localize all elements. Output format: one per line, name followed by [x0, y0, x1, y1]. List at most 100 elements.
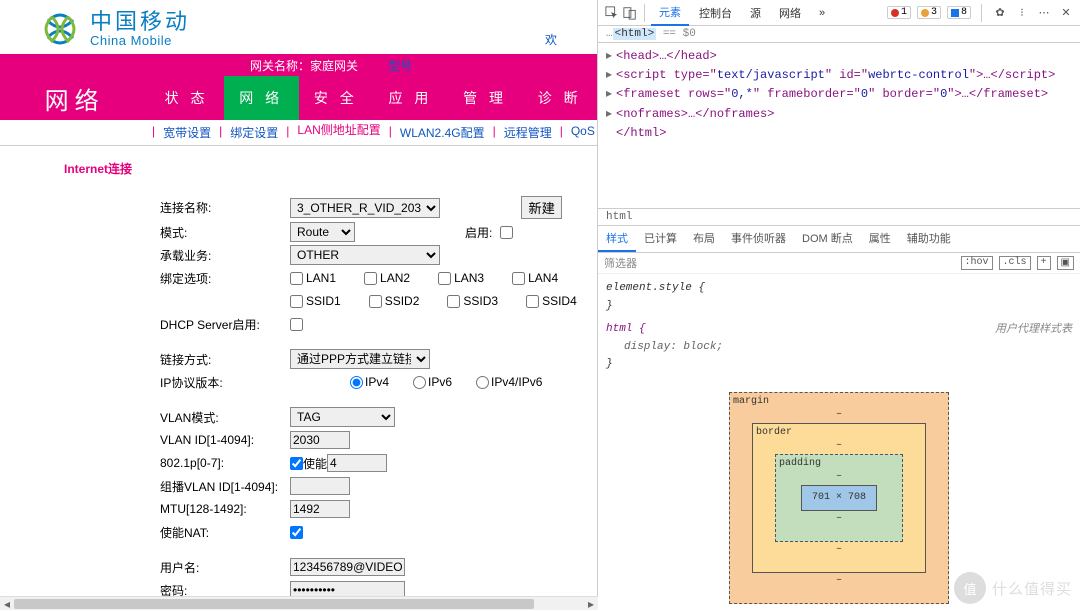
tab-app[interactable]: 应 用	[373, 76, 448, 120]
devtools-tab-elements[interactable]: 元素	[651, 0, 689, 26]
styles-tabbar: 样式 已计算 布局 事件侦听器 DOM 断点 属性 辅助功能	[598, 226, 1080, 253]
ptab-dombp[interactable]: DOM 断点	[794, 226, 861, 252]
model-label: 型号	[388, 57, 412, 74]
mtu-input[interactable]	[290, 500, 350, 518]
link-label: 链接方式:	[160, 351, 290, 368]
devtools-tab-console[interactable]: 控制台	[691, 0, 740, 26]
devtools-toolbar: 元素 控制台 源 网络 » 1 3 8 ✿ ⁝ ⋯ ✕	[598, 0, 1080, 26]
tab-manage[interactable]: 管 理	[448, 76, 523, 120]
ipver-label: IP协议版本:	[160, 374, 290, 391]
devtools-tab-more[interactable]: »	[811, 0, 833, 26]
conn-name-label: 连接名称:	[160, 199, 290, 216]
bind-ssid2[interactable]	[369, 295, 382, 308]
link-select[interactable]: 通过PPP方式建立链接	[290, 349, 430, 369]
inspect-icon[interactable]	[604, 5, 620, 21]
bind-label: 绑定选项:	[160, 270, 290, 287]
ptab-computed[interactable]: 已计算	[636, 226, 685, 252]
sub-remote[interactable]: 远程管理	[498, 124, 558, 141]
ptab-listeners[interactable]: 事件侦听器	[723, 226, 794, 252]
ipv6-radio[interactable]	[413, 376, 426, 389]
watermark-icon: 值	[954, 572, 986, 604]
bind-lan3[interactable]	[438, 272, 451, 285]
devtools-tab-sources[interactable]: 源	[742, 0, 769, 26]
scroll-left-arrow-icon[interactable]: ◂	[0, 597, 14, 610]
css-prop-display[interactable]: display: block;	[606, 339, 1072, 357]
ptab-layout[interactable]: 布局	[685, 226, 723, 252]
tab-security[interactable]: 安 全	[299, 76, 374, 120]
sub-broadband[interactable]: 宽带设置	[157, 124, 217, 141]
cls-toggle[interactable]: .cls	[999, 256, 1031, 270]
device-toggle-icon[interactable]	[622, 5, 638, 21]
panel-toggle-icon[interactable]: ▣	[1057, 256, 1074, 270]
info-badge[interactable]: 8	[947, 6, 971, 19]
mode-select[interactable]: Route	[290, 222, 355, 242]
warn-badge[interactable]: 3	[917, 6, 941, 19]
nat-checkbox[interactable]	[290, 526, 303, 539]
sub-wlan[interactable]: WLAN2.4G配置	[394, 124, 491, 141]
china-mobile-logo-icon	[40, 9, 80, 49]
ipv4-radio[interactable]	[350, 376, 363, 389]
gear-icon[interactable]: ✿	[992, 5, 1008, 21]
selected-node[interactable]: <html>	[613, 28, 657, 40]
bind-ssid4[interactable]	[526, 295, 539, 308]
devtools-tab-network[interactable]: 网络	[771, 0, 809, 26]
user-input[interactable]	[290, 558, 405, 576]
gw-label: 网关名称：	[250, 59, 310, 73]
gw-value: 家庭网关	[310, 59, 358, 73]
more-icon[interactable]: ⋯	[1036, 5, 1052, 21]
brand-en: China Mobile	[90, 34, 190, 48]
tab-network[interactable]: 网 络	[224, 76, 299, 120]
tab-diag[interactable]: 诊 断	[522, 76, 597, 120]
bind-lan4[interactable]	[512, 272, 525, 285]
scrollbar-thumb[interactable]	[14, 599, 534, 609]
watermark-text: 什么值得买	[992, 578, 1072, 599]
devtools-panel: 元素 控制台 源 网络 » 1 3 8 ✿ ⁝ ⋯ ✕ …<html> == $…	[598, 0, 1080, 610]
dom-tree[interactable]: ▸<head>…</head> ▸<script type="text/java…	[598, 43, 1080, 147]
bind-ssid3[interactable]	[447, 295, 460, 308]
conn-name-select[interactable]: 3_OTHER_R_VID_2030	[290, 198, 440, 218]
watermark: 值 什么值得买	[954, 572, 1072, 604]
dhcp-checkbox[interactable]	[290, 318, 303, 331]
dot1p-enable-checkbox[interactable]	[290, 457, 303, 470]
close-icon[interactable]: ✕	[1058, 5, 1074, 21]
vlanmode-select[interactable]: TAG	[290, 407, 395, 427]
ptab-a11y[interactable]: 辅助功能	[899, 226, 959, 252]
bind-lan1[interactable]	[290, 272, 303, 285]
biz-label: 承载业务:	[160, 247, 290, 264]
mcast-input[interactable]	[290, 477, 350, 495]
main-nav: 网络 状 态 网 络 安 全 应 用 管 理 诊 断	[0, 76, 597, 120]
scroll-right-arrow-icon[interactable]: ▸	[584, 597, 598, 610]
user-label: 用户名:	[160, 559, 290, 576]
vlanid-label: VLAN ID[1-4094]:	[160, 433, 290, 447]
bind-ssid1[interactable]	[290, 295, 303, 308]
box-model[interactable]: margin– border– padding– 701 × 708 – – –	[729, 392, 949, 604]
kebab-icon[interactable]: ⁝	[1014, 5, 1030, 21]
sub-bind[interactable]: 绑定设置	[224, 124, 284, 141]
welcome-text: 欢	[545, 31, 557, 54]
error-badge[interactable]: 1	[887, 6, 911, 19]
ptab-styles[interactable]: 样式	[598, 226, 636, 252]
ipv46-radio[interactable]	[476, 376, 489, 389]
new-button[interactable]: 新建	[521, 196, 562, 219]
bind-lan2[interactable]	[364, 272, 377, 285]
router-admin-panel: 中国移动 China Mobile 欢 网关名称：家庭网关 型号 网络 状 态 …	[0, 0, 598, 610]
styles-pane[interactable]: element.style { } 用户代理样式表html { display:…	[598, 274, 1080, 610]
biz-select[interactable]: OTHER	[290, 245, 440, 265]
sidebar-internet-link[interactable]: Internet连接	[0, 146, 150, 610]
vlanid-input[interactable]	[290, 431, 350, 449]
hov-toggle[interactable]: :hov	[961, 256, 993, 270]
enable-checkbox[interactable]	[500, 226, 513, 239]
connection-form: 连接名称: 3_OTHER_R_VID_2030 新建 模式: Route 启用…	[150, 146, 597, 610]
gateway-info-bar: 网关名称：家庭网关 型号	[0, 54, 597, 76]
brand-text: 中国移动 China Mobile	[90, 10, 190, 48]
sub-lan[interactable]: LAN侧地址配置	[291, 124, 386, 141]
dot1p-input[interactable]	[327, 454, 387, 472]
add-rule-icon[interactable]: +	[1037, 256, 1051, 270]
ptab-props[interactable]: 属性	[861, 226, 899, 252]
mtu-label: MTU[128-1492]:	[160, 502, 290, 516]
horizontal-scrollbar[interactable]: ◂ ▸	[0, 596, 598, 610]
filter-input[interactable]: 筛选器	[604, 255, 637, 271]
breadcrumb-bar[interactable]: html	[598, 208, 1080, 226]
tab-status[interactable]: 状 态	[149, 76, 224, 120]
sub-qos[interactable]: QoS	[565, 124, 598, 141]
